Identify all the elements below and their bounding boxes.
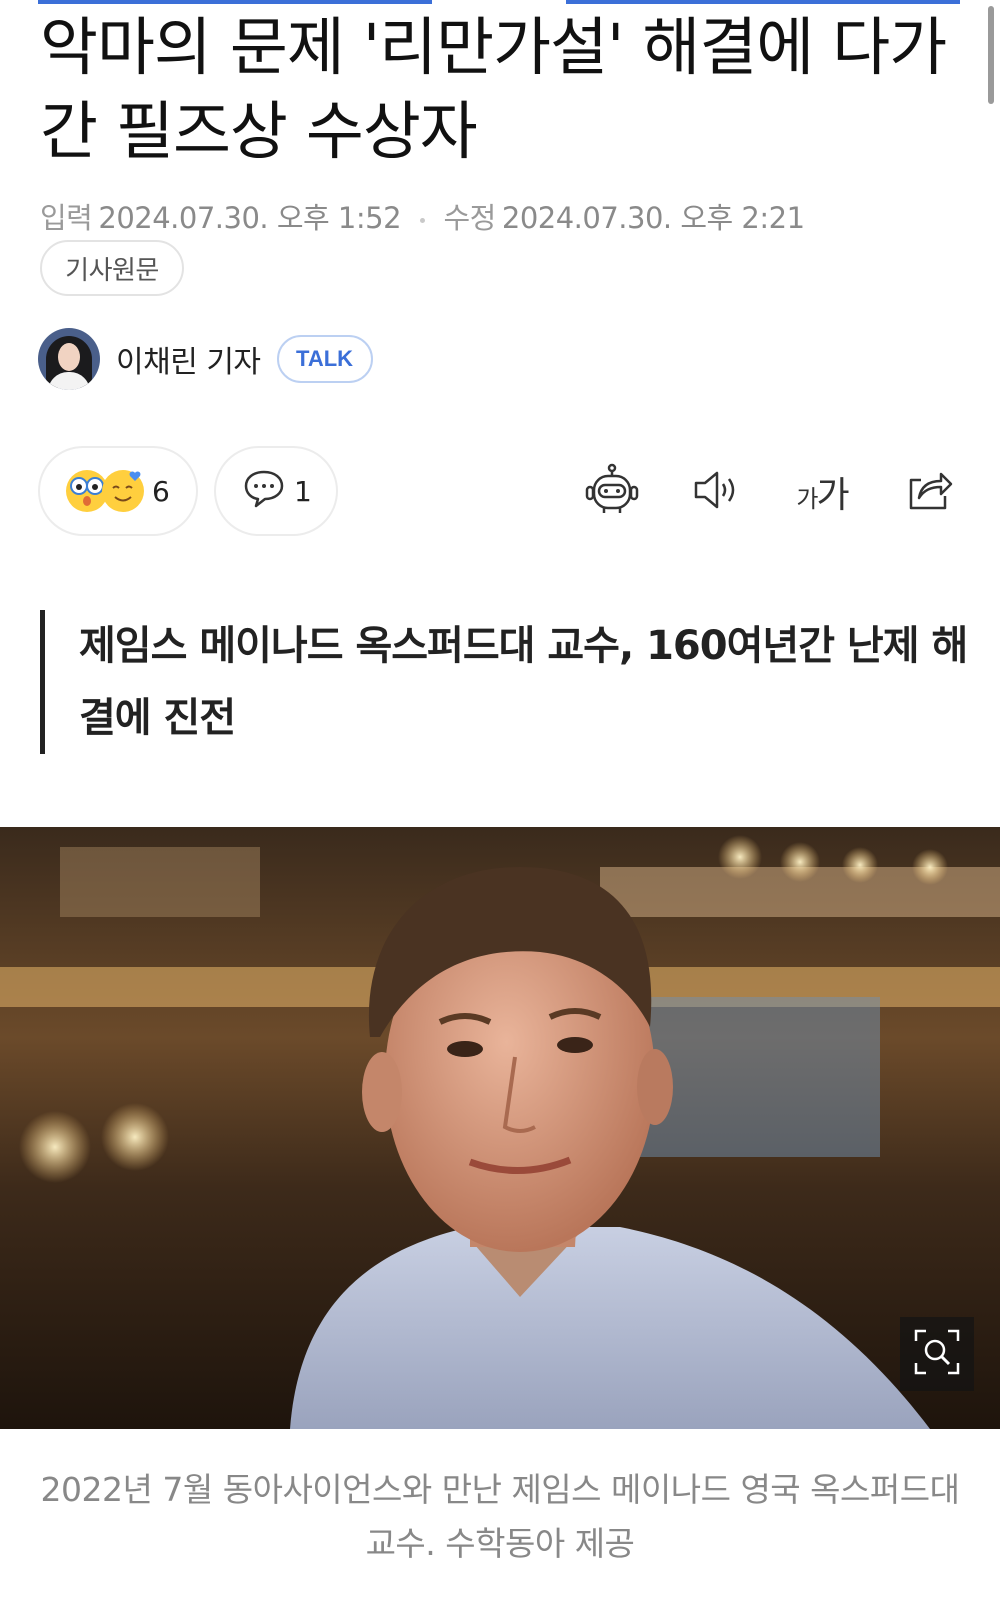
talk-button[interactable]: TALK	[276, 335, 373, 383]
tts-button[interactable]	[686, 462, 750, 522]
article-photo[interactable]	[0, 827, 1000, 1429]
reaction-count: 6	[152, 474, 170, 508]
comment-count: 1	[294, 474, 312, 508]
comment-button[interactable]: 1	[214, 446, 338, 536]
font-size-button[interactable]: 가가	[790, 462, 854, 522]
published-label: 입력	[40, 201, 93, 235]
published-date: 2024.07.30. 오후 1:52	[98, 201, 402, 235]
comment-icon	[242, 468, 286, 514]
heart-emoji-icon	[102, 470, 144, 512]
reporter-row: 이채린 기자 TALK	[38, 328, 373, 390]
article-meta: 입력 2024.07.30. 오후 1:52 수정 2024.07.30. 오후 2…	[40, 195, 805, 237]
article-title: 악마의 문제 '리만가설' 해결에 다가간 필즈상 수상자	[40, 11, 947, 168]
share-button[interactable]	[898, 462, 962, 522]
share-icon	[905, 466, 955, 518]
robot-icon	[584, 463, 640, 521]
article-summary: 제임스 메이나드 옥스퍼드대 교수, 160여년간 난제 해결에 진전	[40, 610, 979, 754]
top-bar-right	[566, 0, 960, 4]
font-size-label: 가가	[796, 475, 849, 516]
zoom-search-icon	[912, 1327, 962, 1381]
modified-date: 2024.07.30. 오후 2:21	[501, 201, 805, 235]
photo-portrait	[0, 827, 1000, 1429]
top-progress-bars	[0, 0, 1000, 4]
reporter-avatar[interactable]	[38, 328, 100, 390]
reaction-button[interactable]: 6	[38, 446, 198, 536]
original-article-button[interactable]: 기사원문	[40, 240, 184, 296]
meta-separator-dot	[419, 217, 425, 223]
photo-zoom-button[interactable]	[900, 1317, 974, 1391]
scrollbar[interactable]	[988, 6, 994, 104]
summary-bot-button[interactable]	[580, 462, 644, 522]
modified-label: 수정	[443, 201, 497, 235]
top-bar-left	[38, 0, 432, 4]
reporter-name[interactable]: 이채린 기자	[116, 337, 261, 381]
speaker-icon	[692, 468, 744, 516]
photo-caption: 2022년 7월 동아사이언스와 만난 제임스 메이나드 영국 옥스퍼드대 교수…	[40, 1470, 960, 1563]
